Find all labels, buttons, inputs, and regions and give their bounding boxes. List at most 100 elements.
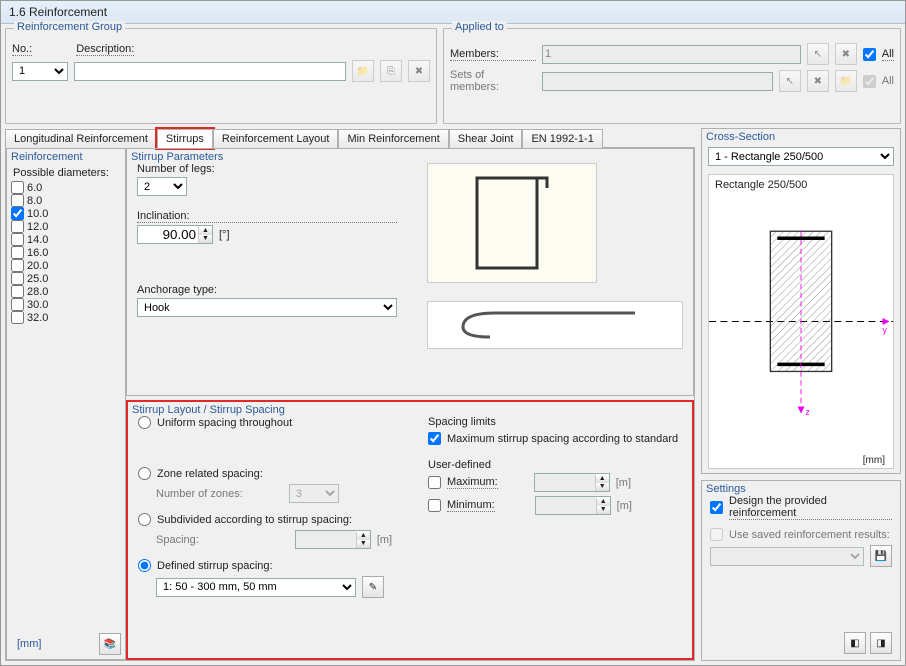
cross-section-legend: Cross-Section	[706, 131, 775, 143]
tab-stirrups[interactable]: Stirrups	[157, 129, 213, 148]
tab-min-reinforcement[interactable]: Min Reinforcement	[338, 129, 448, 148]
design-provided-checkbox[interactable]	[710, 501, 723, 514]
inclination-unit: [°]	[219, 229, 230, 241]
all-members-label: All	[882, 48, 894, 61]
user-min-checkbox[interactable]	[428, 499, 441, 512]
pick-members-icon[interactable]: ↖	[807, 43, 829, 65]
saved-results-select	[710, 547, 864, 566]
user-min-label: Minimum:	[447, 499, 495, 512]
defined-spacing-option[interactable]: Defined stirrup spacing:	[138, 559, 398, 572]
design-provided-checkbox-row[interactable]: Design the provided reinforcement	[710, 495, 892, 520]
tab-en1992[interactable]: EN 1992-1-1	[522, 129, 602, 148]
description-input[interactable]	[74, 62, 346, 81]
tab-longitudinal[interactable]: Longitudinal Reinforcement	[5, 129, 157, 148]
list-item[interactable]: 14.0	[11, 233, 121, 246]
user-min-unit: [m]	[617, 500, 632, 512]
all-members-checkbox[interactable]	[863, 48, 876, 61]
possible-diameters-label: Possible diameters:	[7, 163, 125, 179]
folder-sets-icon[interactable]: 📁	[835, 70, 857, 92]
stirrup-shape-preview	[427, 163, 597, 283]
svg-text:y: y	[882, 325, 887, 335]
list-item[interactable]: 25.0	[11, 272, 121, 285]
pick-sets-icon[interactable]: ↖	[779, 70, 801, 92]
spinner-down-icon: ▼	[596, 483, 609, 491]
stirrup-parameters-legend: Stirrup Parameters	[131, 151, 223, 163]
use-saved-checkbox	[710, 528, 723, 541]
user-max-spinner: ▲▼	[534, 473, 610, 492]
settings-panel: Settings Design the provided reinforceme…	[701, 480, 901, 661]
inclination-label: Inclination:	[137, 210, 397, 223]
list-item[interactable]: 20.0	[11, 259, 121, 272]
clear-members-icon[interactable]: ✖	[835, 43, 857, 65]
inclination-input[interactable]	[138, 226, 198, 243]
max-standard-checkbox[interactable]	[428, 432, 441, 445]
toolbar-btn-1-icon[interactable]: ◧	[844, 632, 866, 654]
user-max-label: Maximum:	[447, 476, 498, 489]
user-defined-label: User-defined	[428, 459, 682, 471]
spinner-down-icon: ▼	[357, 540, 370, 548]
user-max-input	[535, 474, 595, 491]
list-item[interactable]: 30.0	[11, 298, 121, 311]
toolbar-btn-2-icon[interactable]: ◨	[870, 632, 892, 654]
spacing-label: Spacing:	[156, 534, 199, 546]
user-max-unit: [m]	[616, 477, 631, 489]
zone-spacing-option[interactable]: Zone related spacing:	[138, 467, 398, 480]
no-select[interactable]: 1	[12, 62, 68, 81]
folder-icon[interactable]: 📁	[352, 60, 374, 82]
all-sets-checkbox	[863, 75, 876, 88]
num-zones-select: 3	[289, 484, 339, 503]
copy-icon[interactable]: ⎘	[380, 60, 402, 82]
save-results-icon[interactable]: 💾	[870, 545, 892, 567]
settings-legend: Settings	[706, 483, 746, 495]
spinner-down-icon: ▼	[597, 506, 610, 514]
reinforcement-group-legend: Reinforcement Group	[14, 21, 125, 33]
spacing-input	[296, 531, 356, 548]
no-label: No.:	[12, 43, 32, 56]
spacing-unit: [m]	[377, 534, 392, 546]
clear-sets-icon[interactable]: ✖	[807, 70, 829, 92]
uniform-spacing-option[interactable]: Uniform spacing throughout	[138, 416, 398, 429]
user-min-input	[536, 497, 596, 514]
max-standard-checkbox-row[interactable]: Maximum stirrup spacing according to sta…	[428, 432, 682, 445]
applied-to-panel: Applied to Members: ↖ ✖ All Sets of memb…	[443, 28, 901, 124]
subdivided-option[interactable]: Subdivided according to stirrup spacing:	[138, 513, 398, 526]
spinner-up-icon[interactable]: ▲	[199, 227, 212, 235]
list-item[interactable]: 12.0	[11, 220, 121, 233]
anchorage-select[interactable]: Hook	[137, 298, 397, 317]
inclination-spinner[interactable]: ▲▼	[137, 225, 213, 244]
delete-icon[interactable]: ✖	[408, 60, 430, 82]
stirrup-parameters-panel: Stirrup Parameters Number of legs: 2 Inc…	[126, 148, 694, 396]
hook-preview	[427, 301, 683, 349]
tab-shear-joint[interactable]: Shear Joint	[449, 129, 523, 148]
cross-section-select[interactable]: 1 - Rectangle 250/500	[708, 147, 894, 166]
spinner-down-icon[interactable]: ▼	[199, 235, 212, 243]
mm-unit-label: [mm]	[11, 638, 41, 650]
reinforcement-group-panel: Reinforcement Group No.: Description: 1 …	[5, 28, 437, 124]
list-item[interactable]: 16.0	[11, 246, 121, 259]
tab-reinforcement-layout[interactable]: Reinforcement Layout	[213, 129, 339, 148]
members-label: Members:	[450, 48, 536, 61]
list-item[interactable]: 6.0	[11, 181, 121, 194]
spacing-spinner: ▲▼	[295, 530, 371, 549]
design-provided-label: Design the provided reinforcement	[729, 495, 892, 520]
stirrup-layout-panel: Stirrup Layout / Stirrup Spacing Uniform…	[126, 400, 694, 660]
legs-select[interactable]: 2	[137, 177, 187, 196]
spinner-up-icon: ▲	[596, 475, 609, 483]
use-saved-checkbox-row[interactable]: Use saved reinforcement results:	[710, 528, 892, 541]
description-label: Description:	[76, 43, 134, 56]
diameter-list: 6.0 8.0 10.0 12.0 14.0 16.0 20.0 25.0 28…	[7, 179, 125, 629]
list-item[interactable]: 8.0	[11, 194, 121, 207]
library-icon[interactable]: 📚	[99, 633, 121, 655]
all-sets-label: All	[882, 75, 894, 87]
defined-spacing-select[interactable]: 1: 50 - 300 mm, 50 mm	[156, 578, 356, 597]
sets-input	[542, 72, 773, 91]
list-item[interactable]: 28.0	[11, 285, 121, 298]
list-item[interactable]: 10.0	[11, 207, 121, 220]
cross-section-unit: [mm]	[863, 455, 885, 466]
num-zones-label: Number of zones:	[156, 488, 243, 500]
list-item[interactable]: 32.0	[11, 311, 121, 324]
tab-bar: Longitudinal Reinforcement Stirrups Rein…	[5, 128, 695, 147]
edit-spacing-icon[interactable]: ✎	[362, 576, 384, 598]
cross-section-panel: Cross-Section 1 - Rectangle 250/500 Rect…	[701, 128, 901, 474]
user-max-checkbox[interactable]	[428, 476, 441, 489]
